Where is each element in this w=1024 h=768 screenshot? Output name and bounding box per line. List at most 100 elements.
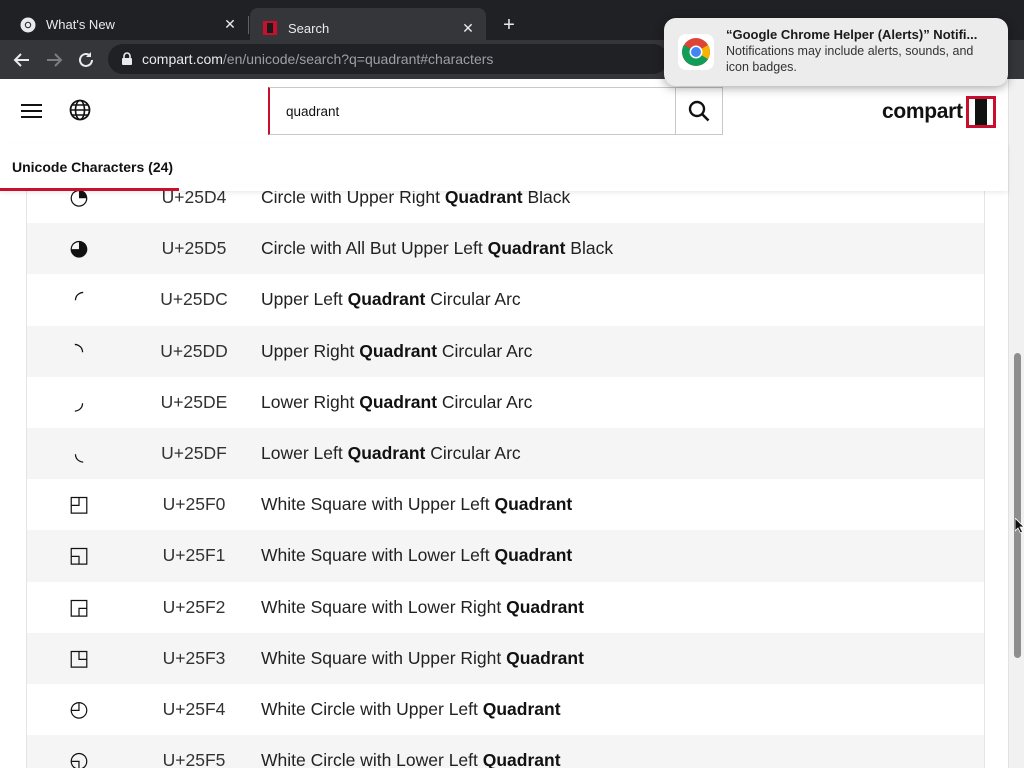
- menu-icon[interactable]: [20, 100, 44, 122]
- system-notification[interactable]: “Google Chrome Helper (Alerts)” Notifi..…: [664, 18, 1008, 86]
- character-glyph: ◵: [69, 748, 89, 768]
- tab-divider: [248, 16, 249, 34]
- character-glyph: ◳: [68, 645, 90, 671]
- mouse-cursor-icon: [1015, 518, 1024, 534]
- back-arrow-icon: [13, 53, 29, 67]
- character-name: Lower Left Quadrant Circular Arc: [261, 443, 521, 464]
- code-point: U+25D4: [161, 191, 227, 208]
- reload-icon: [79, 52, 93, 67]
- result-row[interactable]: ◝ U+25DD Upper Right Quadrant Circular Arc: [27, 325, 984, 377]
- code-point: U+25D5: [161, 238, 227, 259]
- search-term-highlight: Quadrant: [487, 238, 566, 259]
- name-text: Black: [565, 238, 614, 259]
- name-text: Lower Left: [261, 443, 348, 464]
- result-row[interactable]: ◱ U+25F1 White Square with Lower Left Quad…: [27, 530, 984, 582]
- name-text: White Circle with Lower Left: [261, 750, 483, 768]
- result-row[interactable]: ◲ U+25F2 White Square with Lower Right Qua…: [27, 581, 984, 633]
- active-tab-indicator: [0, 188, 179, 191]
- result-row[interactable]: ◜ U+25DC Upper Left Quadrant Circular Arc: [27, 274, 984, 326]
- character-name: Circle with Upper Right Quadrant Black: [261, 191, 570, 208]
- close-tab-icon[interactable]: ✕: [220, 15, 240, 35]
- name-text: White Square with Lower Left: [261, 545, 495, 566]
- code-point: U+25F1: [162, 545, 226, 566]
- logo-text: compart: [882, 100, 963, 123]
- search-term-highlight: Quadrant: [359, 391, 438, 412]
- character-name: Lower Right Quadrant Circular Arc: [261, 392, 532, 413]
- code-point: U+25F4: [162, 698, 226, 719]
- character-name: White Square with Lower Right Quadrant: [261, 597, 584, 618]
- compart-logo[interactable]: compart: [882, 95, 996, 129]
- search-term-highlight: Quadrant: [347, 289, 426, 310]
- result-row[interactable]: ◞ U+25DE Lower Right Quadrant Circular Arc: [27, 376, 984, 428]
- character-name: White Square with Upper Right Quadrant: [261, 648, 584, 669]
- browser-tab-whats-new[interactable]: What's New ✕: [8, 9, 248, 40]
- result-row[interactable]: ◕ U+25D5 Circle with All But Upper Left Qu…: [27, 223, 984, 275]
- character-glyph: ◔: [69, 191, 89, 211]
- code-point: U+25F2: [162, 596, 226, 617]
- search-term-highlight: Quadrant: [444, 191, 523, 208]
- google-chrome-icon: [678, 34, 714, 70]
- page-scrollbar[interactable]: [1008, 79, 1024, 768]
- search-term-highlight: Quadrant: [482, 698, 561, 719]
- search-input[interactable]: [286, 88, 666, 134]
- chrome-icon: [20, 17, 36, 33]
- search-term-highlight: Quadrant: [494, 494, 573, 515]
- character-name: White Circle with Upper Left Quadrant: [261, 699, 561, 720]
- compart-logo-mark-icon: [965, 96, 996, 128]
- code-point: U+25F3: [162, 647, 226, 668]
- close-tab-icon[interactable]: ✕: [458, 18, 478, 38]
- name-text: Upper Left: [261, 289, 348, 310]
- tab-title: Search: [288, 20, 330, 36]
- character-name: White Square with Upper Left Quadrant: [261, 494, 572, 515]
- character-glyph: ◜: [74, 287, 84, 313]
- result-row[interactable]: ◳ U+25F3 White Square with Upper Right Qua…: [27, 632, 984, 684]
- character-name: Upper Left Quadrant Circular Arc: [261, 289, 521, 310]
- search-term-highlight: Quadrant: [506, 596, 584, 617]
- character-glyph: ◲: [68, 594, 90, 620]
- character-glyph: ◱: [68, 543, 90, 569]
- tab-title: What's New: [46, 17, 115, 32]
- search-term-highlight: Quadrant: [359, 340, 438, 361]
- result-row[interactable]: ◟ U+25DF Lower Left Quadrant Circular Arc: [27, 427, 984, 480]
- forward-button[interactable]: [42, 48, 66, 72]
- result-row[interactable]: ◴ U+25F4 White Circle with Upper Left Quad…: [27, 683, 984, 736]
- results-area: ◔ U+25D4 Circle with Upper Right Quadrant …: [0, 191, 1008, 768]
- name-text: White Square with Upper Right: [261, 647, 507, 668]
- search-button[interactable]: [675, 87, 723, 135]
- name-text: Lower Right: [261, 391, 360, 412]
- url-host: compart.com: [142, 51, 223, 67]
- results-tab-bar: Unicode Characters (24): [0, 143, 1008, 191]
- globe-icon[interactable]: [68, 98, 92, 122]
- character-glyph: ◴: [69, 696, 89, 722]
- address-bar[interactable]: compart.com/en/unicode/search?q=quadrant…: [108, 44, 668, 74]
- name-text: White Square with Lower Right: [261, 596, 507, 617]
- url-path: /en/unicode/search?q=quadrant#characters: [222, 51, 494, 67]
- name-text: Circular Arc: [425, 289, 521, 310]
- back-button[interactable]: [10, 48, 34, 72]
- code-point: U+25F0: [162, 494, 226, 515]
- code-point: U+25DF: [161, 443, 227, 464]
- name-text: Circular Arc: [437, 340, 533, 361]
- scrollbar-thumb[interactable]: [1014, 353, 1021, 658]
- site-header: compart: [0, 79, 1008, 143]
- name-text: Circular Arc: [437, 391, 533, 412]
- result-row[interactable]: ◰ U+25F0 White Square with Upper Left Quad…: [27, 479, 984, 531]
- name-text: Circular Arc: [425, 443, 521, 464]
- name-text: Circle with Upper Right: [261, 191, 445, 208]
- character-glyph: ◞: [74, 389, 84, 415]
- search-box: [268, 87, 676, 135]
- lock-icon: [122, 52, 132, 65]
- search-term-highlight: Quadrant: [482, 750, 561, 768]
- notification-title: “Google Chrome Helper (Alerts)” Notifi..…: [726, 27, 978, 42]
- name-text: Circle with All But Upper Left: [261, 238, 488, 259]
- result-row[interactable]: ◔ U+25D4 Circle with Upper Right Quadrant …: [27, 191, 984, 224]
- reload-button[interactable]: [74, 48, 98, 72]
- compart-favicon-icon: [262, 20, 278, 36]
- search-term-highlight: Quadrant: [506, 647, 584, 668]
- code-point: U+25DC: [160, 289, 228, 310]
- tab-unicode-characters[interactable]: Unicode Characters (24): [0, 143, 179, 191]
- name-text: White Square with Upper Left: [261, 494, 495, 515]
- search-term-highlight: Quadrant: [347, 443, 426, 464]
- result-row[interactable]: ◵ U+25F5 White Circle with Lower Left Quad…: [27, 735, 984, 768]
- new-tab-button[interactable]: +: [498, 14, 520, 36]
